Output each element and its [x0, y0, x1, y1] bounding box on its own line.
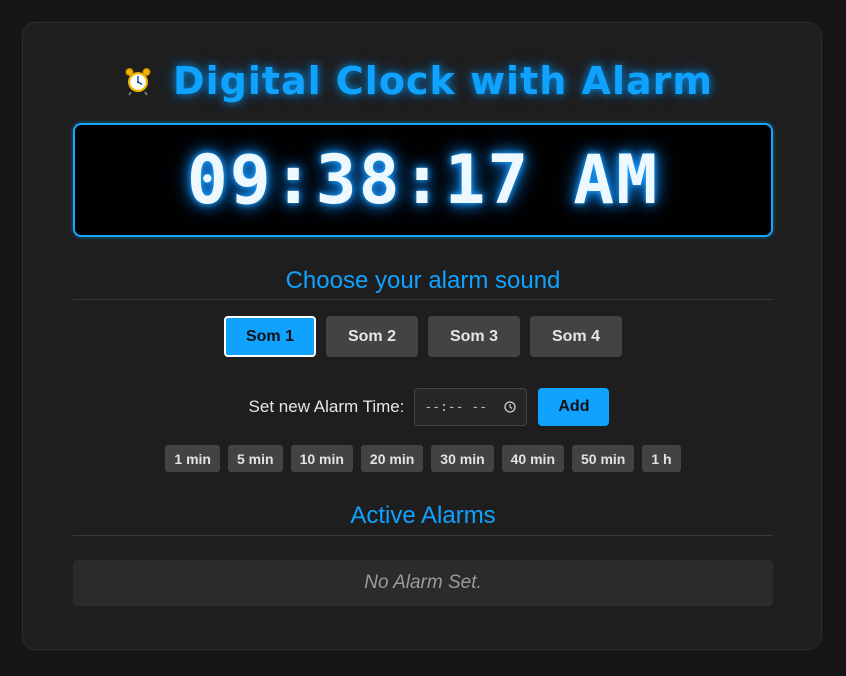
- alarm-time-placeholder: --:-- --: [424, 399, 488, 415]
- quick-add-40-min[interactable]: 40 min: [501, 445, 564, 472]
- add-alarm-button[interactable]: Add: [538, 388, 610, 426]
- alarm-time-label: Set new Alarm Time:: [248, 397, 405, 416]
- active-alarms-heading: Active Alarms: [350, 502, 496, 529]
- active-alarms-divider: [73, 535, 773, 536]
- sound-options: Som 1 Som 2 Som 3 Som 4: [23, 316, 823, 358]
- alarm-clock-icon: [125, 66, 151, 96]
- empty-alarm-list: No Alarm Set.: [73, 560, 773, 606]
- app-header: Digital Clock with Alarm: [23, 57, 823, 105]
- sound-button-1[interactable]: Som 1: [224, 316, 316, 357]
- quick-add-5-min[interactable]: 5 min: [227, 445, 283, 472]
- quick-add-1-hour[interactable]: 1 h: [642, 445, 681, 472]
- quick-add-10-min[interactable]: 10 min: [290, 445, 353, 472]
- alarm-form: Set new Alarm Time: --:-- -- Add: [23, 387, 823, 427]
- sound-button-2[interactable]: Som 2: [326, 316, 418, 357]
- quick-add-20-min[interactable]: 20 min: [360, 445, 424, 472]
- quick-add-options: 1 min 5 min 10 min 20 min 30 min 40 min …: [23, 445, 823, 473]
- sound-button-4[interactable]: Som 4: [530, 316, 622, 357]
- sound-button-3[interactable]: Som 3: [428, 316, 520, 357]
- quick-add-50-min[interactable]: 50 min: [572, 445, 635, 472]
- sound-section-divider: [73, 299, 773, 300]
- quick-add-1-min[interactable]: 1 min: [165, 445, 220, 472]
- quick-add-30-min[interactable]: 30 min: [431, 445, 494, 472]
- page-title: Digital Clock with Alarm: [173, 59, 713, 103]
- app-card: Digital Clock with Alarm 09:38:17 AM Cho…: [22, 22, 822, 650]
- alarm-time-input[interactable]: --:-- --: [414, 388, 528, 426]
- clock-display: 09:38:17 AM: [73, 123, 773, 237]
- current-time: 09:38:17 AM: [186, 140, 660, 220]
- sound-section-heading: Choose your alarm sound: [285, 267, 561, 294]
- clock-icon[interactable]: [504, 401, 517, 413]
- empty-alarm-message: No Alarm Set.: [364, 572, 482, 593]
